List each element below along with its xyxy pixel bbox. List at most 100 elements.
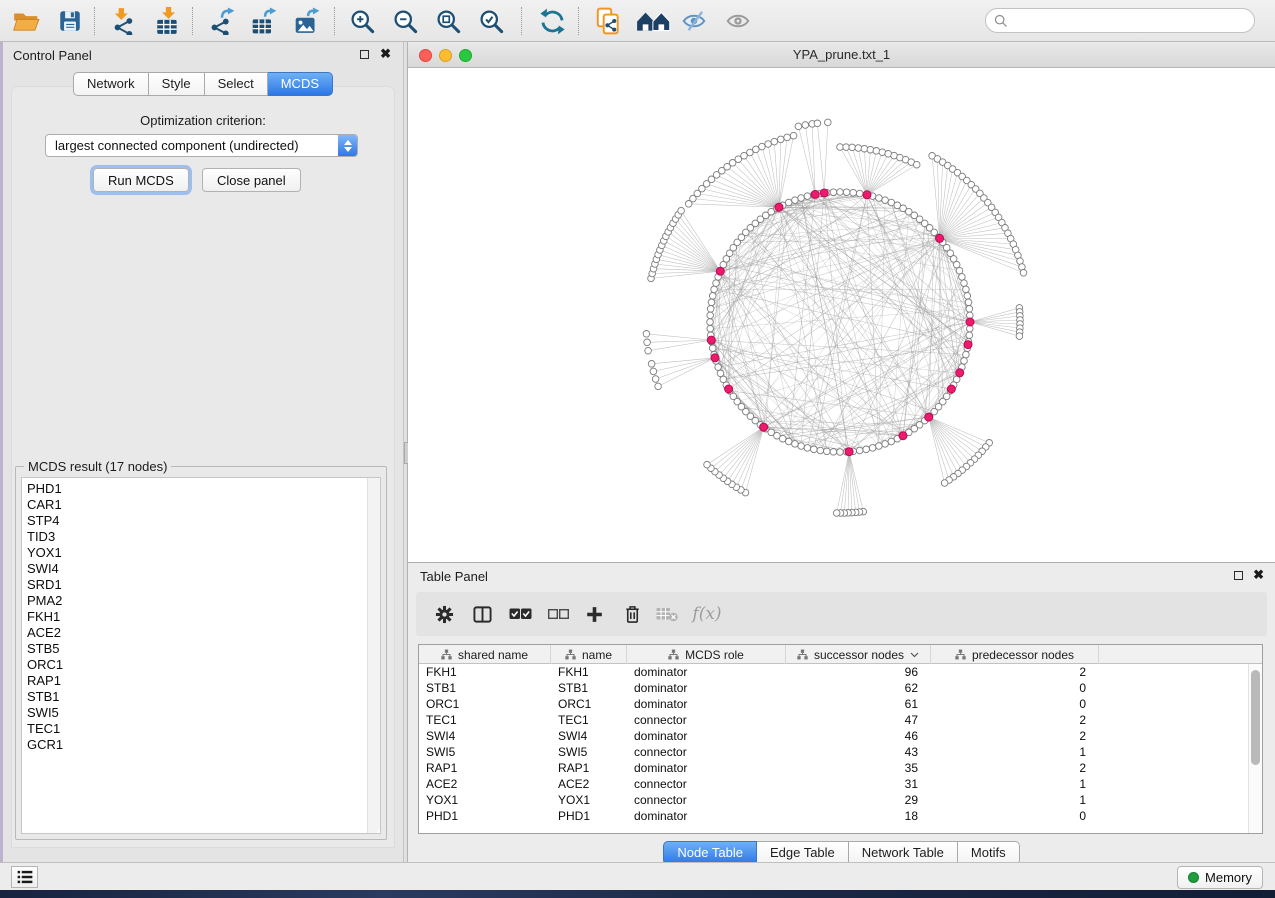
mcds-result-item[interactable]: TID3 (22, 529, 366, 545)
mcds-result-item[interactable]: TEC1 (22, 721, 366, 737)
table-cell[interactable]: ORC1 (419, 696, 551, 712)
table-cell[interactable]: 96 (786, 664, 931, 680)
network-window-titlebar[interactable]: YPA_prune.txt_1 (408, 42, 1275, 68)
panel-list-button[interactable] (11, 866, 38, 888)
mcds-result-item[interactable]: YOX1 (22, 545, 366, 561)
search-input[interactable] (1013, 14, 1254, 28)
zoom-in-icon[interactable] (346, 6, 378, 36)
table-cell[interactable]: 2 (931, 728, 1099, 744)
table-cell[interactable]: FKH1 (551, 664, 627, 680)
table-cell[interactable]: SWI5 (419, 744, 551, 760)
table-cell[interactable]: 2 (931, 712, 1099, 728)
table-cell[interactable]: ACE2 (551, 776, 627, 792)
import-network-icon[interactable] (108, 6, 140, 36)
table-row[interactable]: YOX1YOX1connector291 (419, 792, 1262, 808)
table-row[interactable]: ORC1ORC1dominator610 (419, 696, 1262, 712)
table-row[interactable]: STB1STB1dominator620 (419, 680, 1262, 696)
table-cell[interactable]: RAP1 (419, 760, 551, 776)
save-icon[interactable] (54, 6, 86, 36)
deselect-all-checkboxes-icon[interactable] (545, 603, 571, 625)
float-window-icon[interactable] (360, 50, 369, 59)
table-cell[interactable]: 61 (786, 696, 931, 712)
table-cell[interactable]: SWI5 (551, 744, 627, 760)
tab-network[interactable]: Network (73, 72, 149, 96)
zoom-selected-icon[interactable] (475, 6, 507, 36)
table-cell[interactable]: 35 (786, 760, 931, 776)
column-header-successor-nodes[interactable]: successor nodes (786, 645, 931, 664)
table-cell[interactable]: 29 (786, 792, 931, 808)
export-image-icon[interactable] (291, 6, 323, 36)
float-window-icon[interactable] (1234, 571, 1243, 580)
table-cell[interactable]: dominator (627, 680, 786, 696)
run-mcds-button[interactable]: Run MCDS (93, 168, 189, 192)
table-cell[interactable]: PHD1 (551, 808, 627, 824)
open-folder-icon[interactable] (10, 6, 42, 36)
table-cell[interactable]: connector (627, 712, 786, 728)
memory-button[interactable]: Memory (1177, 866, 1263, 889)
columns-icon[interactable] (469, 603, 495, 625)
duplicate-network-icon[interactable] (592, 6, 624, 36)
tab-mcds[interactable]: MCDS (268, 72, 333, 96)
table-cell[interactable]: dominator (627, 808, 786, 824)
table-row[interactable]: TEC1TEC1connector472 (419, 712, 1262, 728)
delete-table-icon[interactable] (654, 603, 680, 625)
trash-icon[interactable] (619, 603, 645, 625)
table-cell[interactable]: connector (627, 792, 786, 808)
mcds-list-scrollbar[interactable] (367, 478, 380, 833)
mcds-result-item[interactable]: STB5 (22, 641, 366, 657)
column-header-predecessor-nodes[interactable]: predecessor nodes (931, 645, 1099, 664)
table-cell[interactable]: connector (627, 776, 786, 792)
mcds-result-item[interactable]: ACE2 (22, 625, 366, 641)
table-cell[interactable]: PHD1 (419, 808, 551, 824)
refresh-icon[interactable] (536, 6, 568, 36)
table-cell[interactable]: STB1 (419, 680, 551, 696)
zoom-fit-icon[interactable] (432, 6, 464, 36)
table-cell[interactable]: SWI4 (419, 728, 551, 744)
mcds-result-item[interactable]: SWI5 (22, 705, 366, 721)
import-table-icon[interactable] (152, 6, 184, 36)
table-cell[interactable]: connector (627, 744, 786, 760)
select-all-checkboxes-icon[interactable] (507, 603, 533, 625)
table-cell[interactable]: dominator (627, 664, 786, 680)
mcds-result-item[interactable]: SRD1 (22, 577, 366, 593)
table-scrollbar-track[interactable] (1248, 664, 1262, 833)
table-cell[interactable]: dominator (627, 728, 786, 744)
close-panel-icon[interactable]: ✖ (1253, 567, 1264, 583)
table-cell[interactable]: 0 (931, 696, 1099, 712)
table-cell[interactable]: 31 (786, 776, 931, 792)
mcds-result-item[interactable]: GCR1 (22, 737, 366, 753)
table-cell[interactable]: YOX1 (551, 792, 627, 808)
mcds-result-item[interactable]: PMA2 (22, 593, 366, 609)
mcds-result-item[interactable]: STP4 (22, 513, 366, 529)
table-cell[interactable]: SWI4 (551, 728, 627, 744)
table-cell[interactable]: RAP1 (551, 760, 627, 776)
table-cell[interactable]: TEC1 (419, 712, 551, 728)
export-table-icon[interactable] (248, 6, 280, 36)
table-cell[interactable]: 0 (931, 680, 1099, 696)
mcds-result-item[interactable]: PHD1 (22, 481, 366, 497)
function-builder-icon[interactable]: f(x) (690, 603, 724, 625)
table-cell[interactable]: 62 (786, 680, 931, 696)
table-row[interactable]: FKH1FKH1dominator962 (419, 664, 1262, 680)
export-network-icon[interactable] (206, 6, 238, 36)
table-cell[interactable]: ORC1 (551, 696, 627, 712)
mcds-result-item[interactable]: ORC1 (22, 657, 366, 673)
table-cell[interactable]: FKH1 (419, 664, 551, 680)
show-all-eye-icon[interactable] (722, 6, 754, 36)
table-row[interactable]: ACE2ACE2connector311 (419, 776, 1262, 792)
table-cell[interactable]: 0 (931, 808, 1099, 824)
gear-icon[interactable] (431, 603, 457, 625)
table-cell[interactable]: dominator (627, 760, 786, 776)
table-cell[interactable]: 46 (786, 728, 931, 744)
table-cell[interactable]: 2 (931, 760, 1099, 776)
criterion-dropdown[interactable]: largest connected component (undirected) (45, 134, 358, 157)
table-row[interactable]: SWI5SWI5connector431 (419, 744, 1262, 760)
mcds-result-item[interactable]: STB1 (22, 689, 366, 705)
table-cell[interactable]: dominator (627, 696, 786, 712)
close-panel-icon[interactable]: ✖ (380, 46, 391, 62)
table-cell[interactable]: 18 (786, 808, 931, 824)
hide-selected-eye-slash-icon[interactable] (678, 6, 710, 36)
network-canvas[interactable] (408, 68, 1275, 562)
table-cell[interactable]: 47 (786, 712, 931, 728)
table-cell[interactable]: 43 (786, 744, 931, 760)
